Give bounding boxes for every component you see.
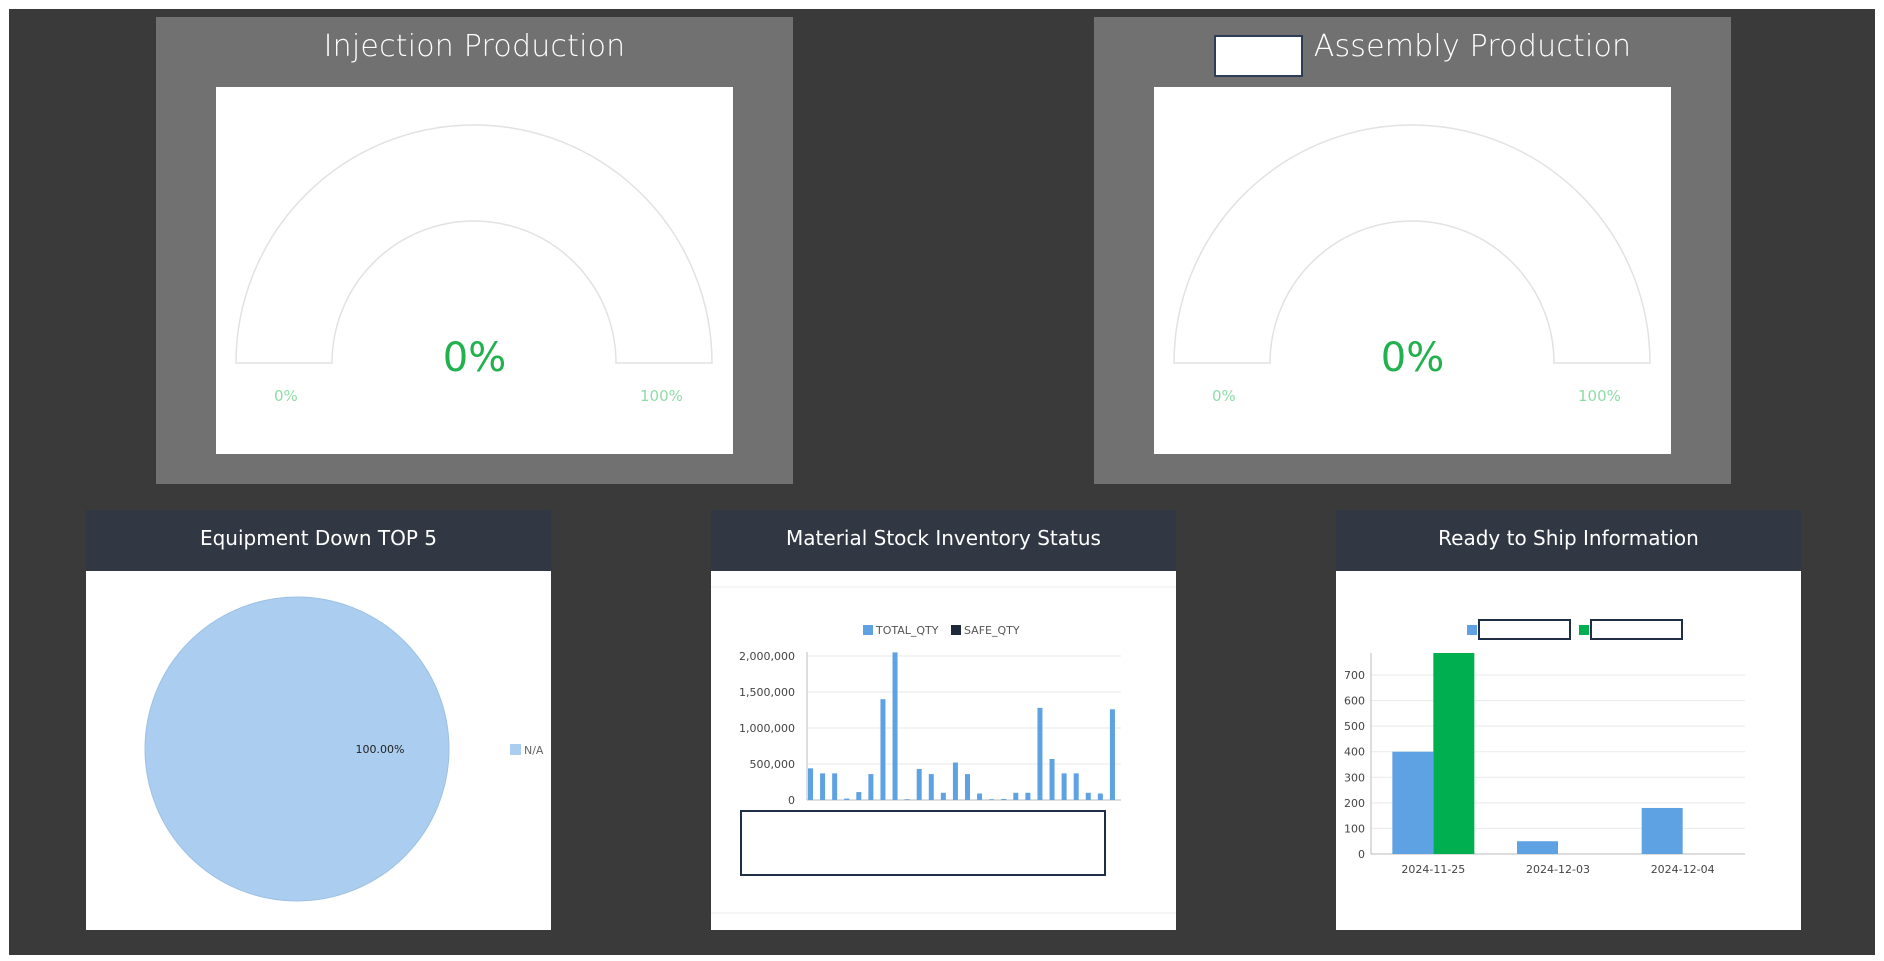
pie-chart: 100.00% N/A [144,596,544,902]
legend-swatch-total [863,625,873,635]
injection-production-panel: Injection Production 0% 0% 100% [156,17,793,484]
bar-total-qty [1097,793,1103,800]
legend-box-1 [1478,619,1571,640]
ready-to-ship-title: Ready to Ship Information [1336,510,1801,571]
gauge-value: 0% [1380,335,1445,381]
y-tick-label: 100 [1344,822,1365,835]
y-tick-label: 500,000 [750,758,796,771]
material-stock-chart: 0 500,000 1,000,000 1,500,000 2,000,000 TOTAL… [711,571,1176,930]
equipment-down-panel: Equipment Down TOP 5 100.00% N/A [86,510,551,930]
dashboard: Injection Production 0% 0% 100% Assembly… [9,9,1875,955]
material-bar-chart: 0 500,000 1,000,000 1,500,000 2,000,000 TOTAL… [711,586,1176,914]
bar-total-qty [808,768,813,800]
x-tick-label: 2024-11-25 [1401,863,1465,876]
assembly-production-panel: Assembly Production 0% 0% 100% [1094,17,1731,484]
bar-total-qty [1109,709,1115,800]
bar-total-qty [977,793,983,800]
equipment-down-title: Equipment Down TOP 5 [86,510,551,571]
bar-series-1 [1392,751,1434,854]
legend-label: N/A [524,744,544,757]
gauge-max-label: 100% [1578,387,1621,405]
y-tick-label: 1,000,000 [739,722,795,735]
assembly-production-title: Assembly Production [1313,29,1632,64]
bar-series-1 [1517,841,1558,854]
bar-total-qty [868,774,874,800]
equipment-down-chart: 100.00% N/A [86,571,551,930]
y-tick-label: 0 [788,794,795,807]
bar-total-qty [892,652,898,800]
legend-swatch-1 [1467,625,1477,635]
y-tick-label: 400 [1344,746,1365,759]
gauge-max-label: 100% [640,387,683,405]
y-tick-label: 1,500,000 [739,686,795,699]
bar-total-qty [1085,792,1091,800]
bar-total-qty [952,762,958,800]
bar-total-qty [965,774,970,800]
material-stock-title: Material Stock Inventory Status [711,510,1176,571]
ready-to-ship-chart: 0 100 200 300 400 500 600 700 2024-11-25 2024-12-… [1336,571,1801,930]
bar-total-qty [928,774,934,800]
bar-total-qty [904,799,910,800]
bar-total-qty [940,792,946,800]
y-tick-label: 2,000,000 [739,650,795,663]
ready-to-ship-panel: Ready to Ship Information 0 100 200 300 400 5… [1336,510,1801,930]
x-tick-label: 2024-12-04 [1651,863,1715,876]
y-tick-label: 0 [1358,848,1365,861]
legend-label-safe: SAFE_QTY [964,624,1020,637]
bar-total-qty [1025,792,1031,800]
redacted-box [740,810,1106,876]
bar-total-qty [1013,792,1019,800]
gauge-value: 0% [442,335,507,381]
bar-total-qty [916,769,922,800]
bar-total-qty [832,773,838,800]
bar-total-qty [989,799,995,800]
y-tick-label: 500 [1344,720,1365,733]
injection-gauge: 0% 0% 100% [216,87,733,454]
injection-production-title: Injection Production [323,29,626,64]
y-tick-label: 300 [1344,771,1365,784]
x-tick-label: 2024-12-03 [1526,863,1590,876]
y-tick-label: 200 [1344,797,1365,810]
legend-swatch [510,744,521,755]
y-tick-label: 700 [1344,669,1365,682]
bar-total-qty [1049,758,1055,800]
legend-swatch-safe [951,625,961,635]
bar-series-2 [1433,653,1475,854]
legend-swatch-2 [1579,625,1589,635]
material-stock-panel: Material Stock Inventory Status 0 500,000… [711,510,1176,930]
bar-total-qty [1001,799,1007,800]
bar-total-qty [856,792,862,800]
assembly-gauge: 0% 0% 100% [1154,87,1671,454]
gauge-min-label: 0% [1212,387,1236,405]
bar-total-qty [844,798,850,800]
legend-box-2 [1590,619,1683,640]
bar-total-qty [820,773,826,800]
bar-total-qty [1037,707,1043,800]
bar-total-qty [1073,773,1079,800]
gauge-min-label: 0% [274,387,298,405]
bar-series-1 [1641,807,1683,854]
bar-total-qty [880,699,886,800]
y-tick-label: 600 [1344,695,1365,708]
legend-label-total: TOTAL_QTY [875,624,939,637]
bar-total-qty [1061,773,1067,800]
slice-label: 100.00% [356,743,405,756]
